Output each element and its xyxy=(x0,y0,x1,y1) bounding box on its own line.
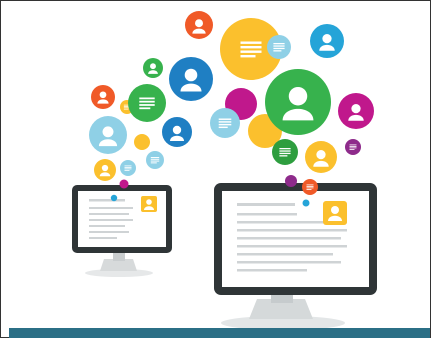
user-bubble-yellow-right xyxy=(305,141,337,173)
user-bubble-blue-small xyxy=(162,117,192,147)
user-bubble-magenta-right xyxy=(338,93,374,129)
bubble-purple-small xyxy=(345,139,361,155)
bubble-darkgreen-doc xyxy=(272,139,298,165)
user-bubble-orange-top xyxy=(185,11,213,39)
bubble-lightblue-doc-small-2 xyxy=(120,160,136,176)
social-network-illustration xyxy=(72,11,377,330)
footer-bar xyxy=(9,328,430,338)
user-bubble-orange-left xyxy=(91,85,115,109)
bubble-orange-doc-small xyxy=(302,179,318,195)
user-bubble-blue xyxy=(169,57,213,101)
user-bubble-green-large xyxy=(265,69,331,135)
illustration-frame xyxy=(0,0,431,338)
bubble-yellow-small-2 xyxy=(134,134,150,150)
bubble-lightblue-doc-mid xyxy=(210,108,240,138)
user-bubble-green-small xyxy=(143,58,163,78)
small-monitor-icon xyxy=(72,185,172,277)
user-bubble-yellow-small xyxy=(94,159,116,181)
large-monitor-icon xyxy=(214,183,377,330)
user-bubble-cyan-top xyxy=(310,24,344,58)
bubble-lightblue-doc-small xyxy=(146,151,164,169)
user-bubble-lightblue xyxy=(89,116,127,154)
bubble-green-doc xyxy=(128,84,166,122)
bubble-lightblue-doc xyxy=(267,35,291,59)
